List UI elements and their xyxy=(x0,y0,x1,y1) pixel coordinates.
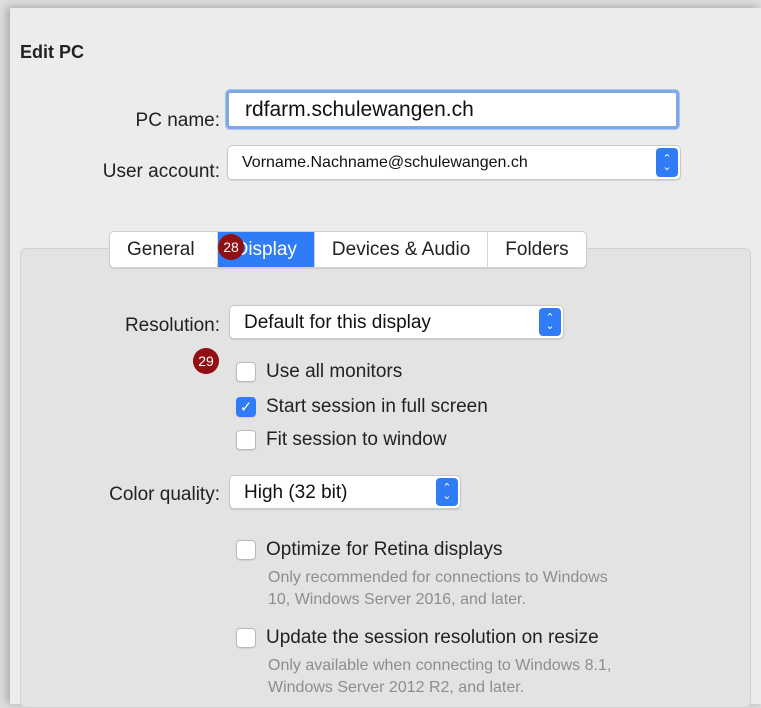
user-account-select[interactable]: Vorname.Nachname@schulewangen.ch ⌃ ⌄ xyxy=(227,145,681,180)
color-quality-select[interactable]: High (32 bit) ⌃ ⌄ xyxy=(229,475,461,509)
tab-general[interactable]: General xyxy=(110,232,218,267)
resolution-label: Resolution: xyxy=(124,315,220,336)
up-down-chevron-icon: ⌃ ⌄ xyxy=(656,148,678,177)
full-screen-checkbox[interactable]: ✓ xyxy=(236,397,256,417)
resolution-select[interactable]: Default for this display ⌃ ⌄ xyxy=(229,305,564,339)
resolution-value: Default for this display xyxy=(244,312,431,333)
tab-bar: General Display Devices & Audio Folders xyxy=(109,231,587,268)
retina-note: Only recommended for connections to Wind… xyxy=(268,567,608,611)
tab-folders[interactable]: Folders xyxy=(488,232,585,267)
fit-window-label: Fit session to window xyxy=(266,429,447,450)
fit-window-row[interactable]: Fit session to window xyxy=(236,429,447,451)
user-account-label: User account: xyxy=(102,161,220,182)
resize-note-line1: Only available when connecting to Window… xyxy=(268,657,612,674)
full-screen-row[interactable]: ✓ Start session in full screen xyxy=(236,396,488,418)
pc-name-input[interactable]: rdfarm.schulewangen.ch xyxy=(226,90,679,129)
resize-checkbox[interactable] xyxy=(236,628,256,648)
fit-window-checkbox[interactable] xyxy=(236,430,256,450)
tab-devices-audio[interactable]: Devices & Audio xyxy=(315,232,489,267)
pc-name-label: PC name: xyxy=(135,110,220,131)
use-all-monitors-label: Use all monitors xyxy=(266,361,403,382)
step-badge-tabs: 28 xyxy=(218,234,244,260)
dialog-title: Edit PC xyxy=(20,42,85,62)
color-quality-label: Color quality: xyxy=(109,484,220,505)
full-screen-label: Start session in full screen xyxy=(266,396,488,417)
up-down-chevron-icon: ⌃ ⌄ xyxy=(436,478,458,506)
checkmark-icon: ✓ xyxy=(239,399,253,416)
resize-row[interactable]: Update the session resolution on resize xyxy=(236,627,599,649)
color-quality-value: High (32 bit) xyxy=(244,482,348,503)
pc-name-value: rdfarm.schulewangen.ch xyxy=(245,98,474,121)
retina-note-line1: Only recommended for connections to Wind… xyxy=(268,569,608,586)
retina-label: Optimize for Retina displays xyxy=(266,539,503,560)
resize-label: Update the session resolution on resize xyxy=(266,627,599,648)
resize-note: Only available when connecting to Window… xyxy=(268,655,611,699)
user-account-value: Vorname.Nachname@schulewangen.ch xyxy=(242,154,528,171)
retina-checkbox[interactable] xyxy=(236,540,256,560)
retina-row[interactable]: Optimize for Retina displays xyxy=(236,539,503,561)
use-all-monitors-checkbox[interactable] xyxy=(236,362,256,382)
resize-note-line2: Windows Server 2012 R2, and later. xyxy=(268,679,525,696)
retina-note-line2: 10, Windows Server 2016, and later. xyxy=(268,591,526,608)
up-down-chevron-icon: ⌃ ⌄ xyxy=(539,308,561,336)
use-all-monitors-row[interactable]: Use all monitors xyxy=(236,361,402,383)
step-badge-monitors: 29 xyxy=(193,348,219,374)
